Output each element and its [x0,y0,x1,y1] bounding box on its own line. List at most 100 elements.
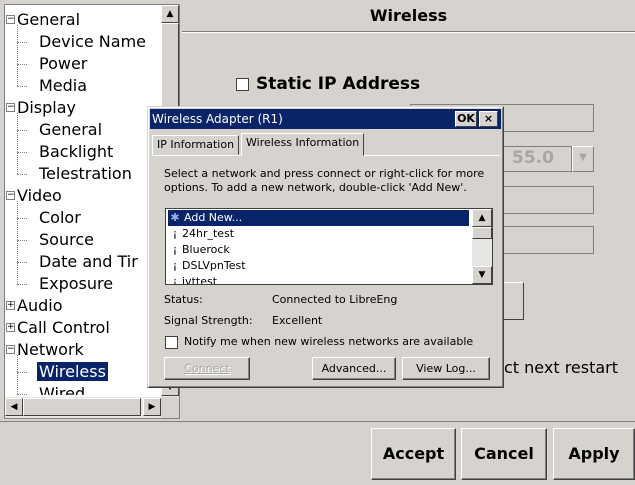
tree-child-item[interactable]: Source [17,229,96,251]
chevron-down-icon[interactable]: ▼ [572,146,594,172]
apply-button[interactable]: Apply [553,428,635,480]
tree-hscroll-thumb[interactable] [23,398,141,416]
network-name: Add New... [182,211,245,224]
tree-item-label: Source [39,230,94,249]
notify-checkbox[interactable] [165,336,178,349]
network-name: ivttest [182,275,218,285]
dialog-title-bar[interactable]: Wireless Adapter (R1) OK × [150,109,501,129]
signal-strength-label: Signal Strength: [164,314,253,327]
tree-connector [17,240,27,241]
list-scroll-up-icon[interactable]: ▲ [472,209,492,227]
tree-item-label: Wired [39,384,86,395]
collapse-icon[interactable]: − [6,103,15,112]
status-value: Connected to LibreEng [272,293,398,306]
dialog-title: Wireless Adapter (R1) [152,112,283,126]
wifi-signal-icon: ¡ [172,243,178,256]
cancel-button[interactable]: Cancel [461,428,547,480]
tree-child-item[interactable]: Power [17,53,89,75]
tree-group-item[interactable]: − Display [5,97,78,119]
network-list-item[interactable]: ¡ ivttest [168,274,218,285]
tab-ip-information[interactable]: IP Information [152,135,240,155]
page-title: Wireless [369,6,448,25]
notify-label[interactable]: Notify me when new wireless networks are… [184,335,473,348]
tree-connector [17,64,27,65]
accept-button[interactable]: Accept [371,428,456,480]
network-list[interactable]: ✱ Add New... ¡ 24hr_test ¡ Bluerock ¡ DSLVpnTes… [165,208,493,285]
tree-item-label: Video [17,186,62,205]
collapse-icon[interactable]: − [6,15,15,24]
network-items: ✱ Add New... ¡ 24hr_test ¡ Bluerock ¡ DSLVpnTes… [166,209,471,284]
tree-group-item[interactable]: − Video [5,185,64,207]
network-list-item[interactable]: ✱ Add New... [168,210,469,226]
tree-child-item[interactable]: Device Name [17,31,148,53]
status-label: Status: [164,293,203,306]
tree-connector [17,174,27,175]
static-ip-checkbox[interactable] [236,78,249,91]
add-new-icon: ✱ [170,211,180,224]
wifi-signal-icon: ¡ [172,227,178,240]
tree-connector [17,262,27,263]
tree-item-label: Backlight [39,142,114,161]
collapse-icon[interactable]: − [6,345,15,354]
tree-item-label: General [17,10,81,29]
tree-child-item[interactable]: Color [17,207,83,229]
restart-note: ct next restart [504,358,619,377]
tree-item-label: Network [17,340,84,359]
tree-item-label: Telestration [39,164,132,183]
tree-horizontal-scrollbar[interactable]: ◀ ▶ [5,397,161,418]
tree-child-item[interactable]: Wireless [17,361,108,383]
title-divider [182,31,635,33]
tree-connector [17,394,27,395]
tree-item-label: Date and Tir [39,252,138,271]
tree-child-item[interactable]: Wired [17,383,87,395]
static-ip-label: Static IP Address [256,74,421,94]
scroll-corner [161,397,179,418]
tree-connector-vertical [17,355,18,394]
scroll-right-arrow-icon[interactable]: ▶ [143,398,161,416]
scroll-up-arrow-icon[interactable]: ▲ [161,5,179,23]
tree-connector [17,86,27,87]
tree-connector [17,284,27,285]
expand-icon[interactable]: + [6,323,15,332]
network-list-item[interactable]: ¡ Bluerock [168,242,230,258]
tree-connector [17,218,27,219]
tree-connector-vertical [17,25,18,86]
close-icon[interactable]: × [479,111,498,127]
tree-item-label: General [39,120,103,139]
tree-group-item[interactable]: + Audio [5,295,64,317]
tree-child-item[interactable]: General [17,119,104,141]
connect-label: Connect [184,362,230,375]
tree-connector [17,152,27,153]
view-log-button[interactable]: View Log... [402,357,490,380]
tree-item-label: Power [39,54,88,73]
tree-child-item[interactable]: Backlight [17,141,115,163]
tree-item-label: Device Name [39,32,147,51]
network-list-item[interactable]: ¡ 24hr_test [168,226,234,242]
tree-item-label: Call Control [17,318,110,337]
ok-button[interactable]: OK [455,111,477,127]
tree-group-item[interactable]: + Call Control [5,317,112,339]
collapse-icon[interactable]: − [6,191,15,200]
tree-child-item[interactable]: Date and Tir [17,251,140,273]
connect-button[interactable]: Connect [164,357,250,380]
network-list-scrollbar[interactable]: ▲ ▼ [472,209,492,284]
tab-wireless-information[interactable]: Wireless Information [241,133,365,156]
advanced-button[interactable]: Advanced... [312,357,396,380]
list-scroll-down-icon[interactable]: ▼ [472,266,492,284]
network-list-item[interactable]: ¡ DSLVpnTest [168,258,246,274]
tree-connector [17,42,27,43]
subnet-mask-value: 55.0 [512,148,554,168]
expand-icon[interactable]: + [6,301,15,310]
tree-item-label: Media [39,76,88,95]
tree-connector [17,130,27,131]
scroll-left-arrow-icon[interactable]: ◀ [5,398,23,416]
settings-tree-list: − General Device Name Power Media − Display Gen… [5,5,162,395]
tree-child-item[interactable]: Media [17,75,89,97]
tree-child-item[interactable]: Exposure [17,273,115,295]
network-name: Bluerock [182,243,230,256]
tree-child-item[interactable]: Telestration [17,163,134,185]
signal-strength-value: Excellent [272,314,323,327]
wireless-adapter-dialog: Wireless Adapter (R1) OK × IP Informatio… [147,106,504,388]
list-scroll-thumb[interactable] [472,227,492,239]
tree-item-label: Display [17,98,76,117]
